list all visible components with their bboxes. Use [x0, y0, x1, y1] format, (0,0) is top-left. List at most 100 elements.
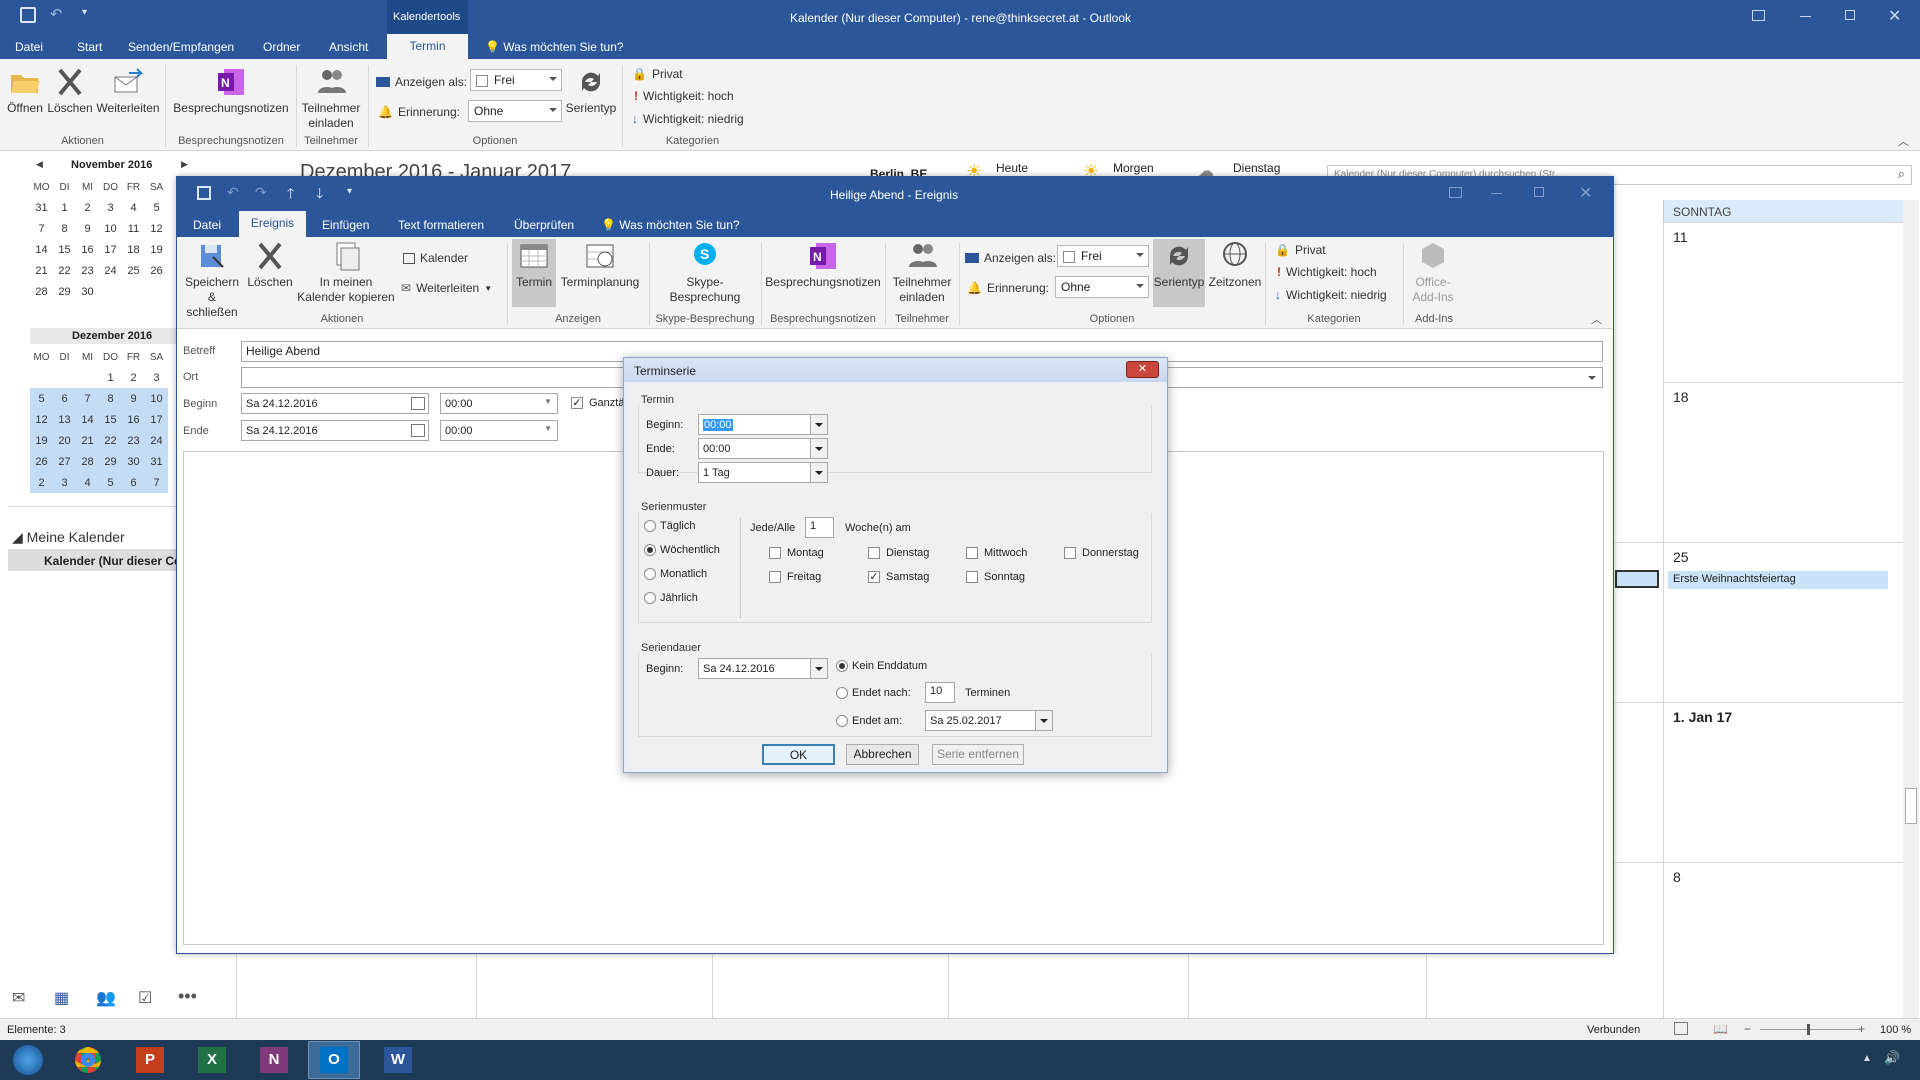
day-cell[interactable]: 8: [99, 388, 122, 409]
next-month-icon[interactable]: ▶: [181, 159, 188, 170]
day-cell[interactable]: 9: [122, 388, 145, 409]
ribbon-display-icon[interactable]: [1449, 187, 1462, 198]
radio-daily[interactable]: Täglich: [644, 520, 695, 533]
show-as-select[interactable]: Frei: [470, 69, 562, 91]
day-cell[interactable]: 16: [76, 239, 99, 260]
day-cell-8[interactable]: 8: [1663, 862, 1903, 1018]
cancel-button[interactable]: Abbrechen: [846, 744, 919, 765]
invite-attendees-button[interactable]: Teilnehmer einladen: [297, 65, 365, 131]
tab-ueberpruefen[interactable]: Überprüfen: [514, 218, 574, 232]
day-cell[interactable]: 16: [122, 409, 145, 430]
qat-customize-icon[interactable]: ▾: [82, 7, 87, 18]
taskbar-outlook[interactable]: O: [308, 1041, 360, 1079]
minimize-icon[interactable]: [1491, 193, 1502, 194]
day-cell[interactable]: 3: [99, 197, 122, 218]
dropdown-arrow-icon[interactable]: [810, 659, 827, 678]
checkbox-wednesday[interactable]: Mittwoch: [966, 547, 1027, 560]
day-cell[interactable]: 12: [30, 409, 53, 430]
day-cell[interactable]: 17: [145, 409, 168, 430]
day-cell[interactable]: 27: [53, 451, 76, 472]
day-cell[interactable]: 13: [53, 409, 76, 430]
day-cell[interactable]: 6: [53, 388, 76, 409]
day-cell[interactable]: 31: [145, 451, 168, 472]
radio-yearly[interactable]: Jährlich: [644, 592, 698, 605]
show-as-select[interactable]: Frei: [1057, 245, 1149, 267]
day-cell[interactable]: 1: [53, 197, 76, 218]
down-arrow-icon[interactable]: 🡓: [316, 183, 323, 207]
checkbox-saturday[interactable]: ✓ Samstag: [868, 571, 929, 584]
day-cell[interactable]: 6: [122, 472, 145, 493]
private-button[interactable]: 🔒 Privat: [1275, 243, 1326, 257]
checkbox-tuesday[interactable]: Dienstag: [868, 547, 929, 560]
tell-me[interactable]: 💡 Was möchten Sie tun?: [601, 218, 740, 232]
close-icon[interactable]: ✕: [1579, 183, 1592, 203]
day-cell[interactable]: 15: [53, 239, 76, 260]
day-cell[interactable]: 22: [99, 430, 122, 451]
restore-icon[interactable]: [1845, 10, 1855, 20]
calendar-picker-icon[interactable]: [411, 397, 425, 410]
day-cell[interactable]: 12: [145, 218, 168, 239]
qat-customize-icon[interactable]: ▾: [347, 186, 352, 197]
duration-select[interactable]: 1 Tag: [698, 462, 828, 483]
calendar-button[interactable]: Kalender: [403, 251, 468, 265]
minimize-icon[interactable]: [1800, 16, 1811, 17]
day-cell[interactable]: 10: [99, 218, 122, 239]
delete-button[interactable]: Löschen: [245, 239, 295, 290]
view-reading-icon[interactable]: 📖: [1713, 1022, 1728, 1036]
radio-no-end[interactable]: Kein Enddatum: [836, 660, 927, 673]
tab-einfuegen[interactable]: Einfügen: [322, 218, 369, 232]
ok-button[interactable]: OK: [762, 744, 835, 765]
day-cell[interactable]: 28: [76, 451, 99, 472]
day-cell[interactable]: 20: [53, 430, 76, 451]
day-cell[interactable]: 15: [99, 409, 122, 430]
collapse-ribbon-icon[interactable]: ︿: [1898, 133, 1909, 149]
taskbar-chrome[interactable]: [62, 1041, 114, 1079]
day-cell[interactable]: 9: [76, 218, 99, 239]
day-cell[interactable]: 29: [53, 281, 76, 302]
reminder-select[interactable]: Ohne: [468, 100, 562, 122]
day-cell[interactable]: 31: [30, 197, 53, 218]
open-button[interactable]: Öffnen: [4, 65, 46, 116]
day-cell[interactable]: 5: [99, 472, 122, 493]
collapse-ribbon-icon[interactable]: ︿: [1591, 311, 1602, 327]
day-cell[interactable]: 23: [76, 260, 99, 281]
office-addins-button[interactable]: Office-Add-Ins: [1405, 239, 1461, 305]
view-normal-icon[interactable]: [1674, 1022, 1688, 1035]
day-cell[interactable]: 26: [30, 451, 53, 472]
my-calendars-header[interactable]: ◢ Meine Kalender: [12, 529, 125, 546]
day-cell[interactable]: 26: [145, 260, 168, 281]
day-cell[interactable]: 22: [53, 260, 76, 281]
day-cell[interactable]: 17: [99, 239, 122, 260]
day-cell[interactable]: 2: [76, 197, 99, 218]
importance-high-button[interactable]: ! Wichtigkeit: hoch: [634, 89, 734, 103]
start-time-input[interactable]: 00:00 ▼: [440, 393, 558, 414]
day-cell[interactable]: [30, 367, 53, 388]
calendar-icon[interactable]: ▦: [54, 988, 69, 1008]
day-cell[interactable]: 3: [145, 367, 168, 388]
day-cell[interactable]: 7: [76, 388, 99, 409]
radio-end-after[interactable]: Endet nach:: [836, 687, 911, 700]
day-cell[interactable]: [53, 367, 76, 388]
remove-series-button[interactable]: Serie entfernen: [932, 744, 1024, 765]
prev-month-icon[interactable]: ◀: [36, 159, 43, 170]
start-date-input[interactable]: Sa 24.12.2016: [241, 393, 429, 414]
save-close-button[interactable]: Speichern & schließen: [181, 239, 243, 320]
redo-icon[interactable]: ↷: [255, 184, 267, 201]
day-cell[interactable]: 28: [30, 281, 53, 302]
day-cell[interactable]: 5: [145, 197, 168, 218]
reminder-select[interactable]: Ohne: [1055, 276, 1149, 298]
qat-undo-icon[interactable]: ↶: [50, 5, 63, 23]
radio-end-by[interactable]: Endet am:: [836, 715, 902, 728]
end-after-input[interactable]: 10: [925, 682, 955, 703]
importance-high-button[interactable]: ! Wichtigkeit: hoch: [1277, 265, 1377, 279]
day-cell[interactable]: 21: [76, 430, 99, 451]
every-weeks-input[interactable]: 1: [805, 517, 834, 538]
day-cell[interactable]: 14: [30, 239, 53, 260]
day-cell[interactable]: 3: [53, 472, 76, 493]
tab-datei[interactable]: Datei: [193, 218, 221, 232]
start-button[interactable]: [2, 1041, 54, 1079]
dropdown-arrow-icon[interactable]: [810, 415, 827, 434]
day-cell[interactable]: 19: [30, 430, 53, 451]
appointment-view-button[interactable]: Termin: [512, 239, 556, 307]
undo-icon[interactable]: ↶: [227, 184, 239, 201]
